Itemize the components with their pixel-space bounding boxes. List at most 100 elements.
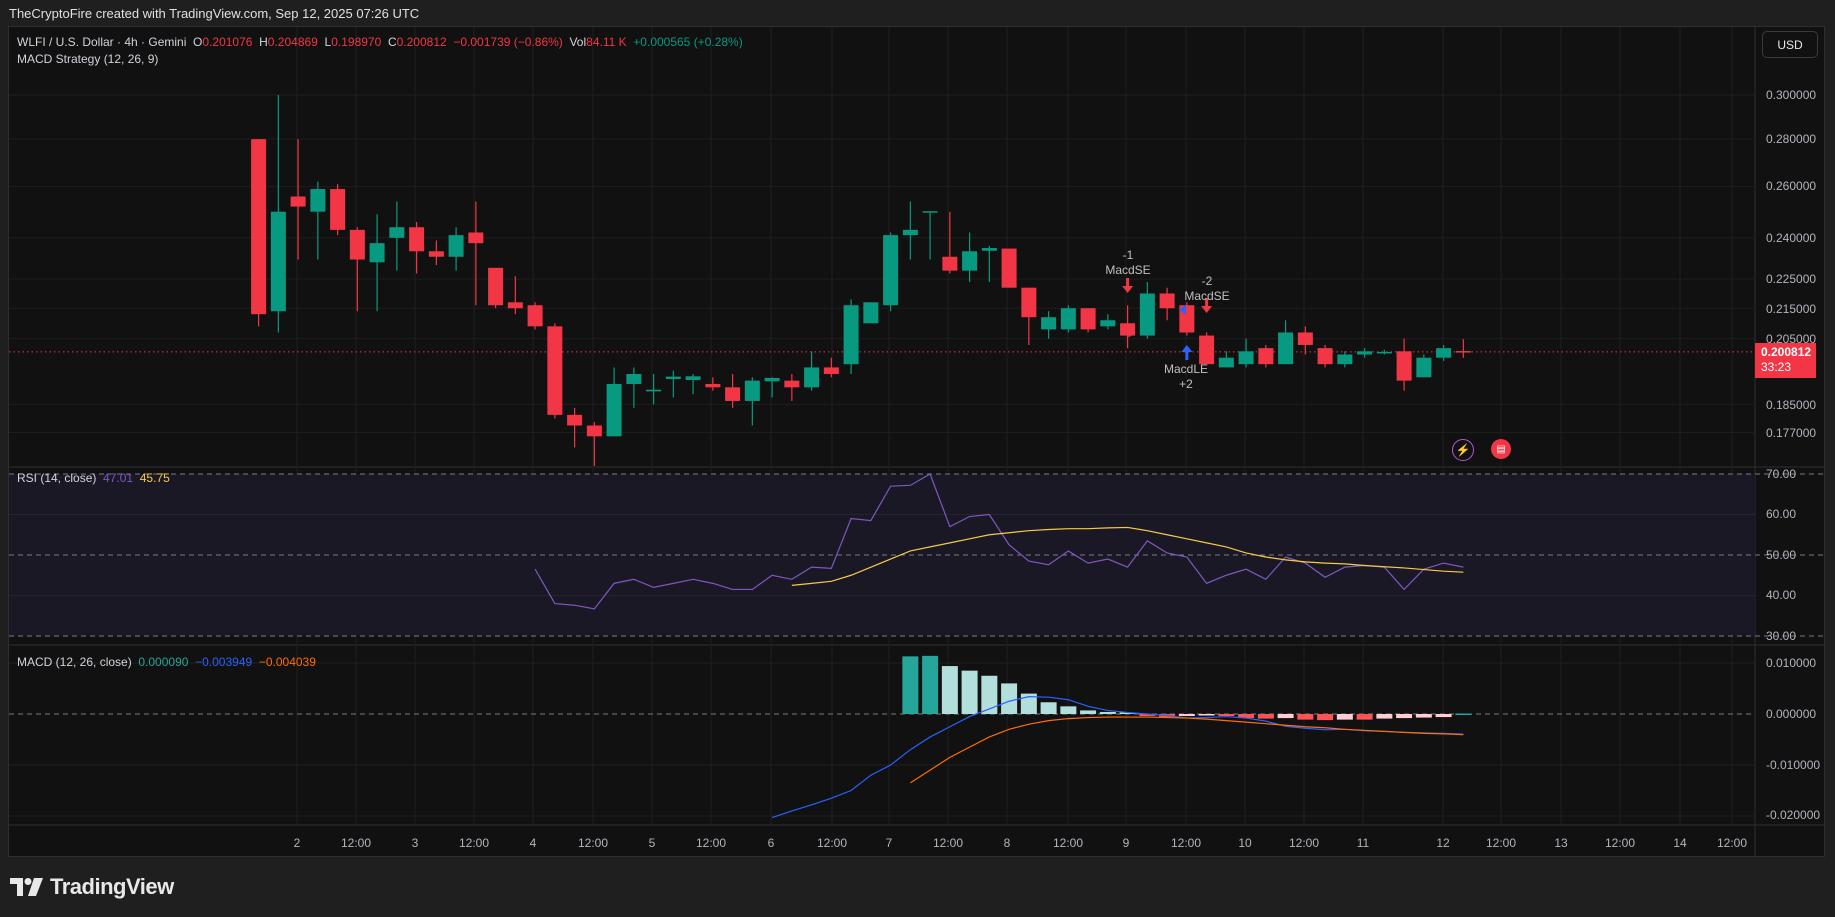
macd-histogram-bar: [1178, 714, 1195, 717]
high-label: H: [259, 35, 268, 49]
macd-line-value: −0.003949: [195, 655, 253, 669]
candle-body: [1337, 354, 1353, 365]
candle-body: [665, 376, 681, 379]
candle-body: [1139, 293, 1155, 336]
macd-hist-value: 0.000090: [138, 655, 189, 669]
time-tick: 4: [529, 836, 537, 850]
brand-name: TradingView: [50, 874, 174, 899]
volume-change: +0.000565 (+0.28%): [633, 35, 743, 49]
signal-qty: +2: [1179, 377, 1193, 391]
candle-body: [1100, 320, 1116, 327]
us-flag-event-icon[interactable]: ▤: [1491, 439, 1511, 459]
rsi-legend[interactable]: RSI (14, close) 47.01 45.75: [17, 471, 170, 485]
signal-name: MacdLE: [1163, 362, 1209, 376]
rsi-tick: 70.00: [1766, 467, 1797, 481]
price-tick: 0.300000: [1766, 88, 1817, 102]
candle-body: [527, 305, 543, 327]
candle-body: [1080, 308, 1096, 330]
candle-body: [922, 211, 938, 213]
time-tick: 13: [1554, 836, 1568, 850]
symbol-title[interactable]: WLFI / U.S. Dollar · 4h · Gemini: [17, 35, 186, 49]
lightning-event-icon[interactable]: ⚡: [1452, 439, 1474, 461]
time-tick: 2: [293, 836, 301, 850]
candle-body: [804, 367, 820, 388]
candle-body: [764, 377, 780, 382]
rsi-tick: 60.00: [1766, 507, 1797, 521]
high-value: 0.204869: [267, 35, 318, 49]
close-value: 0.200812: [396, 35, 447, 49]
candle-body: [1258, 348, 1274, 365]
long-entry-arrow-icon: [1181, 345, 1193, 360]
macd-histogram-bar: [1218, 714, 1235, 717]
candle-body: [1317, 348, 1333, 365]
candle-body: [290, 196, 306, 207]
macd-histogram-bar: [1060, 706, 1077, 714]
macd-histogram-bar: [1001, 683, 1018, 714]
candle-body: [962, 251, 978, 271]
macd-tick: 0.010000: [1766, 656, 1817, 670]
candle-body: [646, 389, 662, 392]
candle-body: [1357, 351, 1373, 355]
macd-histogram-bar: [922, 655, 939, 714]
candle-body: [349, 229, 365, 260]
open-value: 0.201076: [202, 35, 253, 49]
candle-body: [1376, 351, 1392, 354]
macd-histogram-bar: [1415, 714, 1432, 718]
candle-body: [1238, 351, 1254, 365]
time-tick: 10: [1238, 836, 1252, 850]
tradingview-logo-icon: [10, 878, 43, 896]
last-price-label: 0.200812 33:23: [1755, 343, 1816, 378]
candle-body: [744, 380, 760, 401]
macd-signal-line: [910, 716, 1464, 784]
macd-title: MACD (12, 26, close): [17, 655, 132, 669]
candle-body: [1455, 351, 1471, 353]
candle-body: [784, 380, 800, 388]
candle-body: [369, 243, 385, 263]
time-tick: 12:00: [932, 836, 964, 850]
candle-body: [330, 189, 346, 230]
rsi-tick: 50.00: [1766, 548, 1797, 562]
currency-button[interactable]: USD: [1762, 31, 1818, 58]
symbol-legend[interactable]: WLFI / U.S. Dollar · 4h · Gemini O0.2010…: [17, 35, 743, 49]
time-tick: 12:00: [1052, 836, 1084, 850]
candle-body: [547, 326, 563, 415]
macd-histogram-bar: [902, 656, 919, 714]
time-tick: 12:00: [1485, 836, 1517, 850]
time-tick: 12:00: [340, 836, 372, 850]
time-tick: 8: [1003, 836, 1011, 850]
macd-histogram-bar: [1297, 714, 1314, 720]
candle-body: [1396, 351, 1412, 381]
time-tick: 6: [767, 836, 775, 850]
bar-countdown: 33:23: [1761, 360, 1792, 374]
candle-body: [251, 139, 267, 315]
macd-signal-value: −0.004039: [258, 655, 316, 669]
close-label: C: [387, 35, 397, 49]
candle-body: [586, 425, 602, 437]
macd-histogram-bar: [1198, 714, 1215, 716]
macd-legend[interactable]: MACD (12, 26, close) 0.000090 −0.003949 …: [17, 655, 316, 669]
candle-body: [409, 227, 425, 252]
time-tick: 14: [1673, 836, 1687, 850]
macd-histogram-bar: [1317, 714, 1334, 721]
macd-tick: 0.000000: [1766, 707, 1817, 721]
time-tick: 12:00: [577, 836, 609, 850]
time-tick: 12:00: [1288, 836, 1320, 850]
signal-label-long: MacdLE +2: [1164, 362, 1208, 392]
chart-canvas[interactable]: [0, 0, 1835, 917]
rsi-ma-value: 45.75: [139, 471, 170, 485]
candle-body: [823, 367, 839, 374]
candle-body: [725, 387, 741, 401]
candle-body: [981, 248, 997, 251]
macd-histogram-bar: [1099, 711, 1116, 714]
time-tick: 12:00: [816, 836, 848, 850]
signal-qty: -2: [1201, 274, 1213, 288]
candle-body: [685, 376, 701, 380]
tradingview-logo[interactable]: TradingView: [10, 874, 174, 900]
candle-body: [883, 235, 899, 306]
time-tick: 12:00: [1604, 836, 1636, 850]
strategy-legend[interactable]: MACD Strategy (12, 26, 9): [17, 52, 158, 66]
price-tick: 0.215000: [1766, 302, 1817, 316]
rsi-tick: 30.00: [1766, 629, 1797, 643]
candle-body: [902, 229, 918, 236]
signal-name: MacdSE: [1105, 263, 1151, 277]
